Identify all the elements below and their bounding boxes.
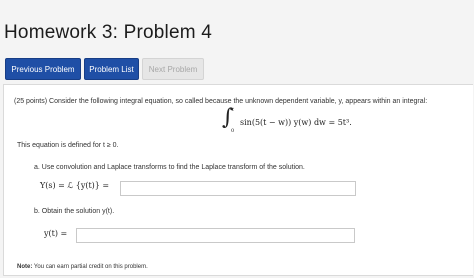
domain-statement: This equation is defined for t ≥ 0. xyxy=(17,142,119,149)
solution-answer-input[interactable] xyxy=(76,228,355,243)
upper-limit: t xyxy=(232,107,235,113)
note-label: Note: xyxy=(17,264,33,270)
laplace-answer-input[interactable] xyxy=(120,181,356,196)
part-a-label: Y(s) = ℒ {y(t)} = xyxy=(40,181,110,190)
part-b-label: y(t) = xyxy=(44,229,68,238)
problem-intro: (25 points) Consider the following integ… xyxy=(14,98,428,105)
part-a-text: a. Use convolution and Laplace transform… xyxy=(34,164,305,171)
note-text: You can earn partial credit on this prob… xyxy=(32,264,148,270)
page-title: Homework 3: Problem 4 xyxy=(4,22,212,43)
problem-list-button[interactable]: Problem List xyxy=(84,58,139,80)
partial-credit-note: Note: You can earn partial credit on thi… xyxy=(17,264,148,270)
lower-limit: 0 xyxy=(231,128,235,134)
integrand: sin(5(t − w)) y(w) dw = 5t³. xyxy=(240,118,352,127)
next-problem-button[interactable]: Next Problem xyxy=(142,58,204,80)
problem-panel xyxy=(3,84,473,276)
part-b-text: b. Obtain the solution y(t). xyxy=(34,208,115,215)
previous-problem-button[interactable]: Previous Problem xyxy=(5,58,81,80)
